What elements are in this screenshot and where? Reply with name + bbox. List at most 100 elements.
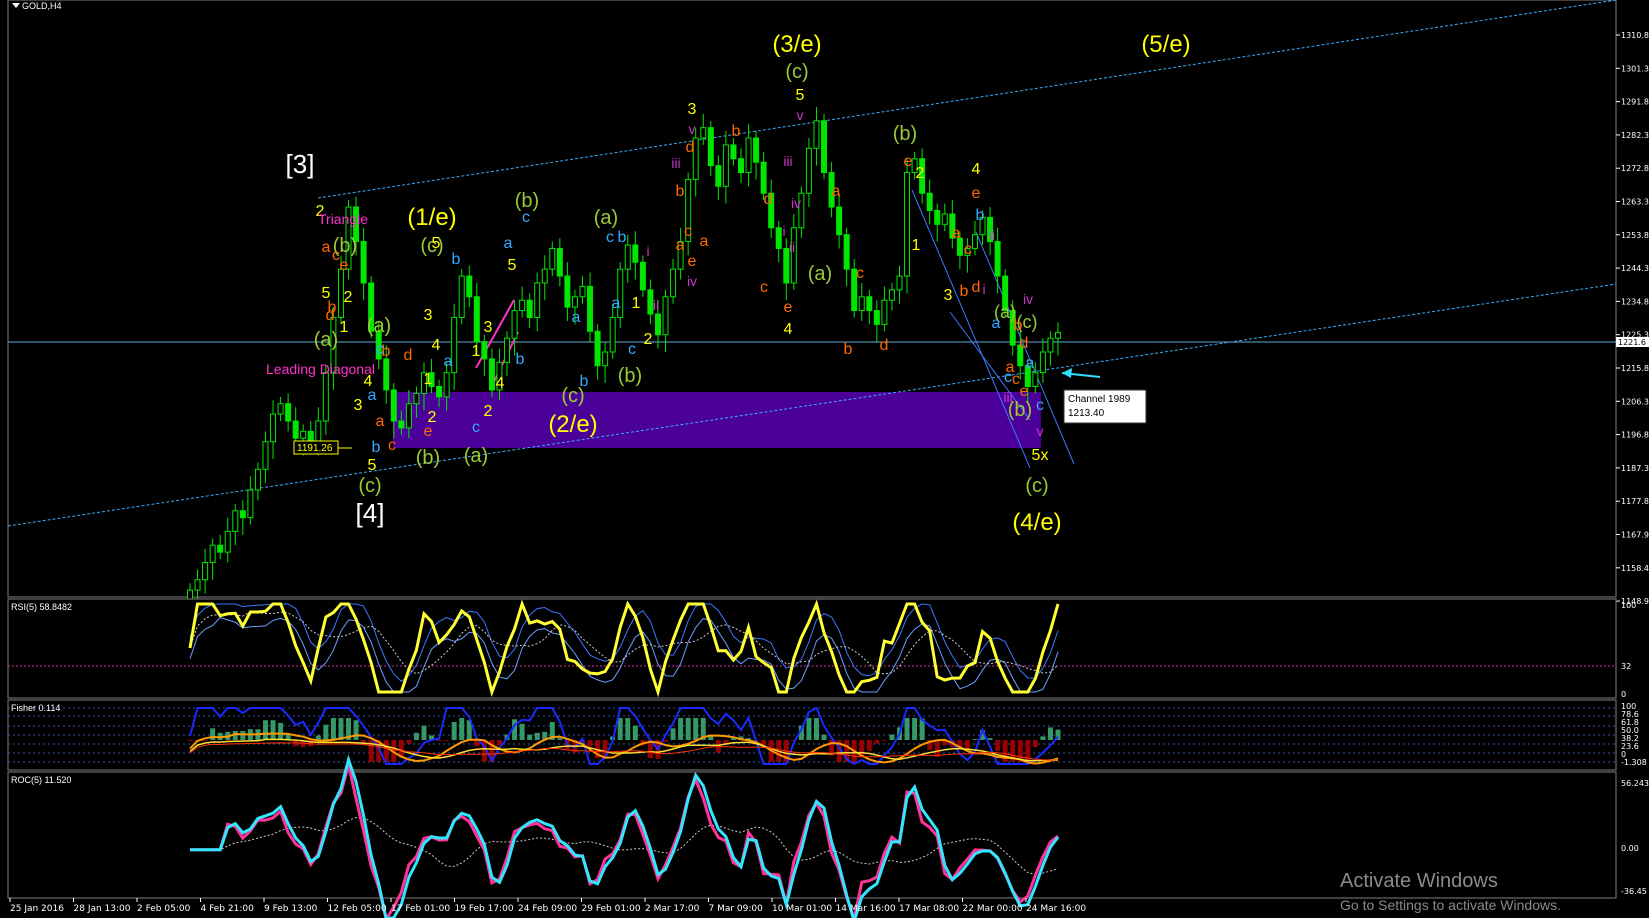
wave-label: (a)	[367, 315, 391, 337]
wave-label: a	[444, 353, 453, 370]
wave-label: a	[952, 225, 961, 242]
candle-body	[322, 372, 329, 422]
price-tick-label: 1167.9	[1621, 531, 1649, 540]
roc-tick-zero: 0.00	[1621, 844, 1639, 853]
candle-body	[579, 285, 586, 298]
candle-body	[836, 206, 843, 236]
wave-label: 1	[912, 237, 921, 254]
candle-body	[511, 310, 518, 339]
wave-label: iii	[1003, 389, 1012, 405]
wave-label: 2	[916, 165, 925, 182]
wave-label: ii	[989, 227, 995, 243]
wave-label: e	[784, 299, 793, 316]
wave-label: v	[689, 121, 696, 137]
candle-body	[941, 213, 948, 225]
candle-body	[285, 403, 292, 422]
candle-body	[398, 420, 405, 429]
wave-label: b	[372, 439, 381, 456]
wave-label: c	[606, 229, 614, 246]
wave-label: 1	[472, 343, 481, 360]
candle-body	[292, 420, 299, 439]
fisher-bar	[972, 739, 978, 740]
wave-label: 5	[432, 235, 441, 252]
price-tick-label: 1234.8	[1621, 297, 1649, 306]
candle-body	[564, 275, 571, 308]
candle-body	[775, 227, 782, 249]
fisher-bar	[1032, 740, 1038, 748]
time-tick-label: 9 Feb 13:00	[264, 904, 318, 914]
wave-label: (4/e)	[1012, 509, 1061, 536]
wave-label: c	[964, 241, 972, 258]
price-panel[interactable]: GOLD,H4 [3] [4] (1/e) (2/e) (3/e) (4/e) (5/e) (…	[7, 0, 1649, 608]
candle-body	[443, 372, 450, 398]
time-tick-label: 29 Feb 01:00	[582, 904, 641, 914]
time-tick-label: 14 Mar 16:00	[836, 904, 896, 914]
fisher-bar	[987, 738, 993, 740]
wave-label: [4]	[356, 498, 385, 528]
candle-body	[526, 299, 533, 318]
wave-label: a	[992, 315, 1001, 332]
candle-body	[602, 351, 609, 367]
candle-body	[571, 296, 578, 308]
fisher-bar	[934, 740, 940, 758]
fisher-panel[interactable]: Fisher 0.114 10078.661.850.038.223.60-1.…	[7, 699, 1647, 771]
candle-body	[654, 313, 661, 336]
fisher-bar	[806, 718, 812, 740]
candle-body	[609, 316, 616, 353]
candle-body	[519, 299, 526, 312]
fisher-bar	[1025, 740, 1031, 760]
wave-label: d	[880, 337, 889, 354]
support-zone	[393, 392, 1041, 448]
fisher-bar	[202, 740, 208, 741]
candle-body	[730, 144, 737, 160]
fisher-bar	[625, 718, 631, 740]
price-tick-label: 1196.8	[1621, 431, 1649, 440]
candle-body	[934, 210, 941, 225]
candle-body	[587, 285, 594, 332]
wave-label: 3	[354, 397, 363, 414]
time-tick-label: 17 Feb 01:00	[391, 904, 450, 914]
rsi-panel[interactable]: RSI(5) 58.8482 100 32 0	[7, 598, 1636, 699]
wave-label: c	[684, 223, 692, 240]
wave-label: b	[960, 283, 969, 300]
wave-label: e	[424, 423, 433, 440]
wave-label: (2/e)	[548, 411, 597, 438]
price-tick-label: 1310.8	[1621, 31, 1649, 40]
candle-body	[254, 468, 261, 491]
wave-label: v	[1037, 423, 1044, 439]
wave-label: 4	[496, 375, 505, 392]
wave-label: c	[1004, 369, 1012, 386]
wave-label: 3	[944, 287, 953, 304]
time-tick-label: 24 Feb 09:00	[518, 904, 577, 914]
fisher-bar	[995, 740, 1001, 751]
wave-label: 5	[508, 257, 517, 274]
time-tick-label: 19 Feb 17:00	[455, 904, 514, 914]
price-tick-label: 1215.8	[1621, 364, 1649, 373]
wave-label: c	[388, 437, 396, 454]
wave-label: c	[628, 341, 636, 358]
wave-label: e	[904, 153, 913, 170]
fisher-bar	[534, 732, 540, 740]
fisher-bar	[964, 740, 970, 749]
candle-body	[239, 510, 246, 519]
wave-label: d	[1020, 335, 1029, 352]
wave-label: 5	[368, 457, 377, 474]
time-tick-label: 25 Jan 2016	[10, 904, 64, 914]
trading-chart[interactable]: GOLD,H4 [3] [4] (1/e) (2/e) (3/e) (4/e) (5/e) (…	[0, 0, 1649, 918]
wave-label: b	[618, 229, 627, 246]
candle-body	[843, 234, 850, 270]
roc-tick-high: 56.243	[1621, 779, 1649, 788]
wave-label: (b)	[416, 447, 440, 469]
candle-body	[360, 241, 367, 284]
candle-body	[866, 296, 873, 312]
current-price-value: 1221.6	[1618, 338, 1646, 347]
fisher-bar	[685, 718, 691, 740]
fisher-bar	[904, 718, 910, 740]
roc-panel[interactable]: ROC(5) 11.520 56.243 0.00 -36.45	[7, 754, 1649, 918]
wave-label: iv	[687, 273, 697, 289]
fisher-bar	[1040, 736, 1046, 740]
price-tick-label: 1291.8	[1621, 98, 1649, 107]
wave-label: (a)	[464, 445, 488, 467]
wave-label: a	[700, 233, 709, 250]
candle-body	[790, 227, 797, 284]
